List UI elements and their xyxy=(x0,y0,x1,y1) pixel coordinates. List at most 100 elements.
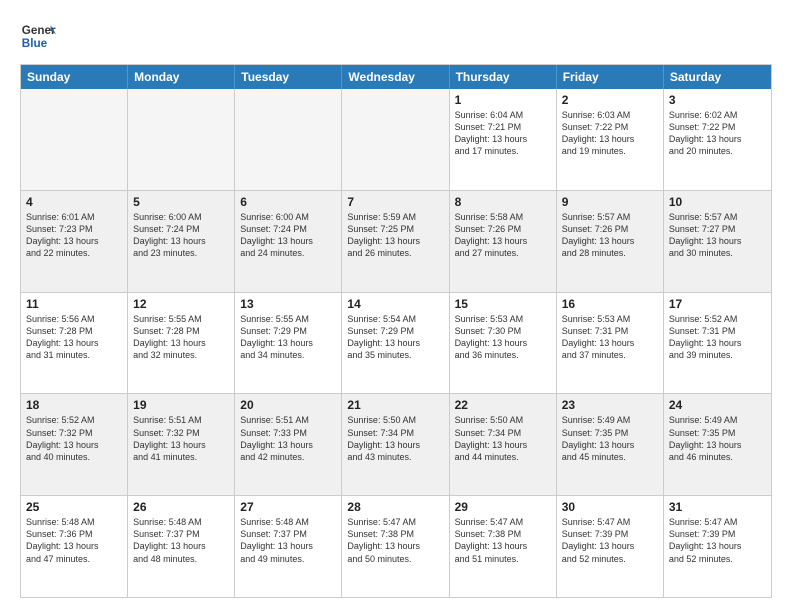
day-cell-20: 20Sunrise: 5:51 AM Sunset: 7:33 PM Dayli… xyxy=(235,394,342,495)
calendar-row-3: 18 Sunrise: 5:52 AM Sunset: 7:32 PM Dayli… xyxy=(21,393,771,495)
day-cell-17: 17 Sunrise: 5:52 AM Sunset: 7:31 PM Dayli… xyxy=(664,293,771,394)
day-info: Sunrise: 5:48 AM Sunset: 7:37 PM Dayligh… xyxy=(133,516,229,565)
day-cell-6: 6 Sunrise: 6:00 AM Sunset: 7:24 PM Daylig… xyxy=(235,191,342,292)
day-cell-27: 27Sunrise: 5:48 AM Sunset: 7:37 PM Dayli… xyxy=(235,496,342,597)
day-cell-13: 13 Sunrise: 5:55 AM Sunset: 7:29 PM Dayli… xyxy=(235,293,342,394)
day-cell-31: 31 Sunrise: 5:47 AM Sunset: 7:39 PM Dayli… xyxy=(664,496,771,597)
calendar: SundayMondayTuesdayWednesdayThursdayFrid… xyxy=(20,64,772,598)
day-info: Sunrise: 5:47 AM Sunset: 7:39 PM Dayligh… xyxy=(669,516,766,565)
day-number: 9 xyxy=(562,195,658,209)
day-cell-14: 14 Sunrise: 5:54 AM Sunset: 7:29 PM Dayli… xyxy=(342,293,449,394)
day-info: Sunrise: 6:02 AM Sunset: 7:22 PM Dayligh… xyxy=(669,109,766,158)
day-info: Sunrise: 5:55 AM Sunset: 7:29 PM Dayligh… xyxy=(240,313,336,362)
day-cell-25: 25Sunrise: 5:48 AM Sunset: 7:36 PM Dayli… xyxy=(21,496,128,597)
day-cell-15: 15Sunrise: 5:53 AM Sunset: 7:30 PM Dayli… xyxy=(450,293,557,394)
day-number: 12 xyxy=(133,297,229,311)
day-number: 22 xyxy=(455,398,551,412)
day-cell-7: 7Sunrise: 5:59 AM Sunset: 7:25 PM Daylig… xyxy=(342,191,449,292)
day-number: 16 xyxy=(562,297,658,311)
day-info: Sunrise: 5:49 AM Sunset: 7:35 PM Dayligh… xyxy=(669,414,766,463)
day-number: 28 xyxy=(347,500,443,514)
day-of-week-saturday: Saturday xyxy=(664,65,771,89)
day-info: Sunrise: 5:47 AM Sunset: 7:38 PM Dayligh… xyxy=(347,516,443,565)
day-number: 7 xyxy=(347,195,443,209)
day-number: 2 xyxy=(562,93,658,107)
day-info: Sunrise: 6:00 AM Sunset: 7:24 PM Dayligh… xyxy=(133,211,229,260)
day-number: 23 xyxy=(562,398,658,412)
day-of-week-monday: Monday xyxy=(128,65,235,89)
day-of-week-tuesday: Tuesday xyxy=(235,65,342,89)
day-info: Sunrise: 5:49 AM Sunset: 7:35 PM Dayligh… xyxy=(562,414,658,463)
empty-cell xyxy=(21,89,128,190)
day-of-week-thursday: Thursday xyxy=(450,65,557,89)
day-cell-9: 9Sunrise: 5:57 AM Sunset: 7:26 PM Daylig… xyxy=(557,191,664,292)
day-cell-2: 2 Sunrise: 6:03 AM Sunset: 7:22 PM Daylig… xyxy=(557,89,664,190)
day-number: 19 xyxy=(133,398,229,412)
day-info: Sunrise: 5:51 AM Sunset: 7:33 PM Dayligh… xyxy=(240,414,336,463)
day-number: 14 xyxy=(347,297,443,311)
day-cell-26: 26Sunrise: 5:48 AM Sunset: 7:37 PM Dayli… xyxy=(128,496,235,597)
calendar-row-1: 4 Sunrise: 6:01 AM Sunset: 7:23 PM Daylig… xyxy=(21,190,771,292)
empty-cell xyxy=(128,89,235,190)
day-of-week-wednesday: Wednesday xyxy=(342,65,449,89)
day-number: 13 xyxy=(240,297,336,311)
day-number: 30 xyxy=(562,500,658,514)
day-cell-12: 12 Sunrise: 5:55 AM Sunset: 7:28 PM Dayli… xyxy=(128,293,235,394)
day-number: 21 xyxy=(347,398,443,412)
day-cell-3: 3 Sunrise: 6:02 AM Sunset: 7:22 PM Daylig… xyxy=(664,89,771,190)
day-info: Sunrise: 5:54 AM Sunset: 7:29 PM Dayligh… xyxy=(347,313,443,362)
svg-text:Blue: Blue xyxy=(22,37,48,50)
day-cell-8: 8 Sunrise: 5:58 AM Sunset: 7:26 PM Daylig… xyxy=(450,191,557,292)
day-info: Sunrise: 5:58 AM Sunset: 7:26 PM Dayligh… xyxy=(455,211,551,260)
day-number: 1 xyxy=(455,93,551,107)
header: General Blue xyxy=(20,18,772,54)
day-info: Sunrise: 5:56 AM Sunset: 7:28 PM Dayligh… xyxy=(26,313,122,362)
empty-cell xyxy=(342,89,449,190)
day-number: 6 xyxy=(240,195,336,209)
day-number: 24 xyxy=(669,398,766,412)
calendar-body: 1 Sunrise: 6:04 AM Sunset: 7:21 PM Daylig… xyxy=(21,89,771,597)
day-info: Sunrise: 5:53 AM Sunset: 7:31 PM Dayligh… xyxy=(562,313,658,362)
day-number: 4 xyxy=(26,195,122,209)
day-number: 31 xyxy=(669,500,766,514)
day-of-week-sunday: Sunday xyxy=(21,65,128,89)
day-number: 3 xyxy=(669,93,766,107)
calendar-header: SundayMondayTuesdayWednesdayThursdayFrid… xyxy=(21,65,771,89)
day-cell-30: 30 Sunrise: 5:47 AM Sunset: 7:39 PM Dayli… xyxy=(557,496,664,597)
day-cell-19: 19 Sunrise: 5:51 AM Sunset: 7:32 PM Dayli… xyxy=(128,394,235,495)
day-cell-22: 22 Sunrise: 5:50 AM Sunset: 7:34 PM Dayli… xyxy=(450,394,557,495)
day-cell-10: 10Sunrise: 5:57 AM Sunset: 7:27 PM Dayli… xyxy=(664,191,771,292)
day-number: 17 xyxy=(669,297,766,311)
logo: General Blue xyxy=(20,18,56,54)
empty-cell xyxy=(235,89,342,190)
day-cell-18: 18 Sunrise: 5:52 AM Sunset: 7:32 PM Dayli… xyxy=(21,394,128,495)
day-number: 27 xyxy=(240,500,336,514)
day-cell-11: 11 Sunrise: 5:56 AM Sunset: 7:28 PM Dayli… xyxy=(21,293,128,394)
day-cell-29: 29Sunrise: 5:47 AM Sunset: 7:38 PM Dayli… xyxy=(450,496,557,597)
day-info: Sunrise: 5:48 AM Sunset: 7:36 PM Dayligh… xyxy=(26,516,122,565)
day-info: Sunrise: 5:52 AM Sunset: 7:31 PM Dayligh… xyxy=(669,313,766,362)
day-info: Sunrise: 5:51 AM Sunset: 7:32 PM Dayligh… xyxy=(133,414,229,463)
day-cell-16: 16 Sunrise: 5:53 AM Sunset: 7:31 PM Dayli… xyxy=(557,293,664,394)
page: General Blue SundayMondayTuesdayWednesda… xyxy=(0,0,792,612)
day-number: 11 xyxy=(26,297,122,311)
day-info: Sunrise: 5:53 AM Sunset: 7:30 PM Dayligh… xyxy=(455,313,551,362)
day-cell-24: 24 Sunrise: 5:49 AM Sunset: 7:35 PM Dayli… xyxy=(664,394,771,495)
day-of-week-friday: Friday xyxy=(557,65,664,89)
day-info: Sunrise: 6:01 AM Sunset: 7:23 PM Dayligh… xyxy=(26,211,122,260)
day-info: Sunrise: 5:47 AM Sunset: 7:39 PM Dayligh… xyxy=(562,516,658,565)
day-cell-5: 5Sunrise: 6:00 AM Sunset: 7:24 PM Daylig… xyxy=(128,191,235,292)
day-cell-21: 21Sunrise: 5:50 AM Sunset: 7:34 PM Dayli… xyxy=(342,394,449,495)
day-number: 8 xyxy=(455,195,551,209)
day-cell-1: 1 Sunrise: 6:04 AM Sunset: 7:21 PM Daylig… xyxy=(450,89,557,190)
day-info: Sunrise: 5:50 AM Sunset: 7:34 PM Dayligh… xyxy=(455,414,551,463)
day-info: Sunrise: 5:52 AM Sunset: 7:32 PM Dayligh… xyxy=(26,414,122,463)
day-info: Sunrise: 6:03 AM Sunset: 7:22 PM Dayligh… xyxy=(562,109,658,158)
day-info: Sunrise: 6:00 AM Sunset: 7:24 PM Dayligh… xyxy=(240,211,336,260)
day-info: Sunrise: 6:04 AM Sunset: 7:21 PM Dayligh… xyxy=(455,109,551,158)
calendar-row-2: 11 Sunrise: 5:56 AM Sunset: 7:28 PM Dayli… xyxy=(21,292,771,394)
logo-icon: General Blue xyxy=(20,18,56,54)
day-number: 29 xyxy=(455,500,551,514)
day-number: 18 xyxy=(26,398,122,412)
day-info: Sunrise: 5:55 AM Sunset: 7:28 PM Dayligh… xyxy=(133,313,229,362)
